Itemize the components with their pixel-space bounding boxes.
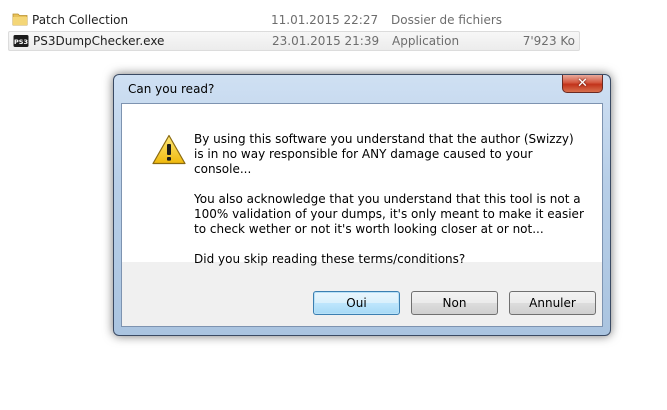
ps3-app-icon: PS3 xyxy=(13,34,29,48)
file-row-patch-collection[interactable]: Patch Collection 11.01.2015 22:27 Dossie… xyxy=(8,10,580,30)
file-date: 23.01.2015 21:39 xyxy=(272,34,380,48)
message-text: By using this software you understand th… xyxy=(194,132,586,282)
file-name: PS3DumpChecker.exe xyxy=(33,34,165,48)
file-row-ps3dumpchecker[interactable]: PS3 PS3DumpChecker.exe 23.01.2015 21:39 … xyxy=(8,31,580,51)
cancel-button[interactable]: Annuler xyxy=(509,291,596,315)
dialog-title: Can you read? xyxy=(128,82,215,96)
no-button[interactable]: Non xyxy=(411,291,498,315)
close-button[interactable]: ✕ xyxy=(562,75,603,93)
file-name: Patch Collection xyxy=(32,13,129,27)
message-paragraph: By using this software you understand th… xyxy=(194,132,574,176)
svg-text:PS3: PS3 xyxy=(14,38,28,46)
message-area: By using this software you understand th… xyxy=(122,104,602,266)
yes-button[interactable]: Oui xyxy=(313,291,400,315)
close-icon: ✕ xyxy=(577,76,588,91)
message-paragraph: You also acknowledge that you understand… xyxy=(194,192,584,236)
file-type: Dossier de fichiers xyxy=(391,13,503,27)
file-size: 7'923 Ko xyxy=(522,34,575,48)
file-type: Application xyxy=(392,34,460,48)
file-date: 11.01.2015 22:27 xyxy=(271,13,379,27)
warning-icon xyxy=(152,134,186,165)
message-dialog: Can you read? ✕ By using this software y… xyxy=(113,74,611,336)
message-question: Did you skip reading these terms/conditi… xyxy=(194,252,466,266)
folder-icon xyxy=(12,12,28,26)
